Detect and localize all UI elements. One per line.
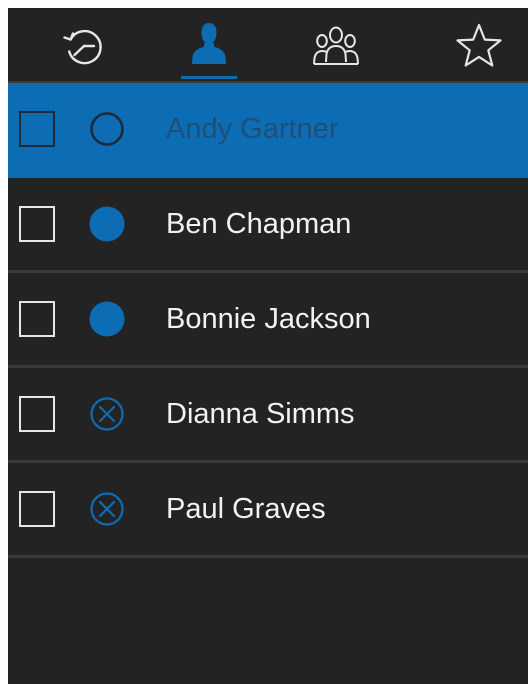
tab-contacts[interactable] (169, 8, 249, 83)
tab-recent[interactable] (44, 8, 124, 83)
contact-row[interactable]: Dianna Simms (8, 368, 528, 463)
contact-row[interactable]: Bonnie Jackson (8, 273, 528, 368)
contact-name: Ben Chapman (166, 207, 352, 240)
history-icon (63, 29, 102, 64)
tab-groups[interactable] (296, 8, 376, 83)
contacts-panel: Andy Gartner Ben Chapman Bonnie Jackson (8, 8, 528, 684)
select-checkbox[interactable] (19, 301, 55, 337)
select-checkbox[interactable] (19, 111, 55, 147)
tab-favorites[interactable] (439, 8, 519, 83)
contact-list: Andy Gartner Ben Chapman Bonnie Jackson (8, 83, 528, 558)
contact-name: Bonnie Jackson (166, 302, 371, 335)
contact-name: Paul Graves (166, 492, 326, 525)
tab-bar (8, 8, 528, 83)
contact-row[interactable]: Paul Graves (8, 463, 528, 558)
star-icon (456, 23, 502, 67)
contact-row[interactable]: Ben Chapman (8, 178, 528, 273)
select-checkbox[interactable] (19, 396, 55, 432)
active-tab-indicator (181, 76, 237, 79)
select-checkbox[interactable] (19, 491, 55, 527)
person-icon (192, 22, 226, 64)
status-unavailable-icon (88, 490, 126, 528)
status-online-icon (88, 300, 126, 338)
contact-name: Dianna Simms (166, 397, 355, 430)
group-icon (313, 26, 359, 65)
status-online-icon (88, 205, 126, 243)
status-offline-icon (88, 110, 126, 148)
status-unavailable-icon (88, 395, 126, 433)
contact-row[interactable]: Andy Gartner (8, 83, 528, 178)
select-checkbox[interactable] (19, 206, 55, 242)
contact-name: Andy Gartner (166, 112, 339, 145)
